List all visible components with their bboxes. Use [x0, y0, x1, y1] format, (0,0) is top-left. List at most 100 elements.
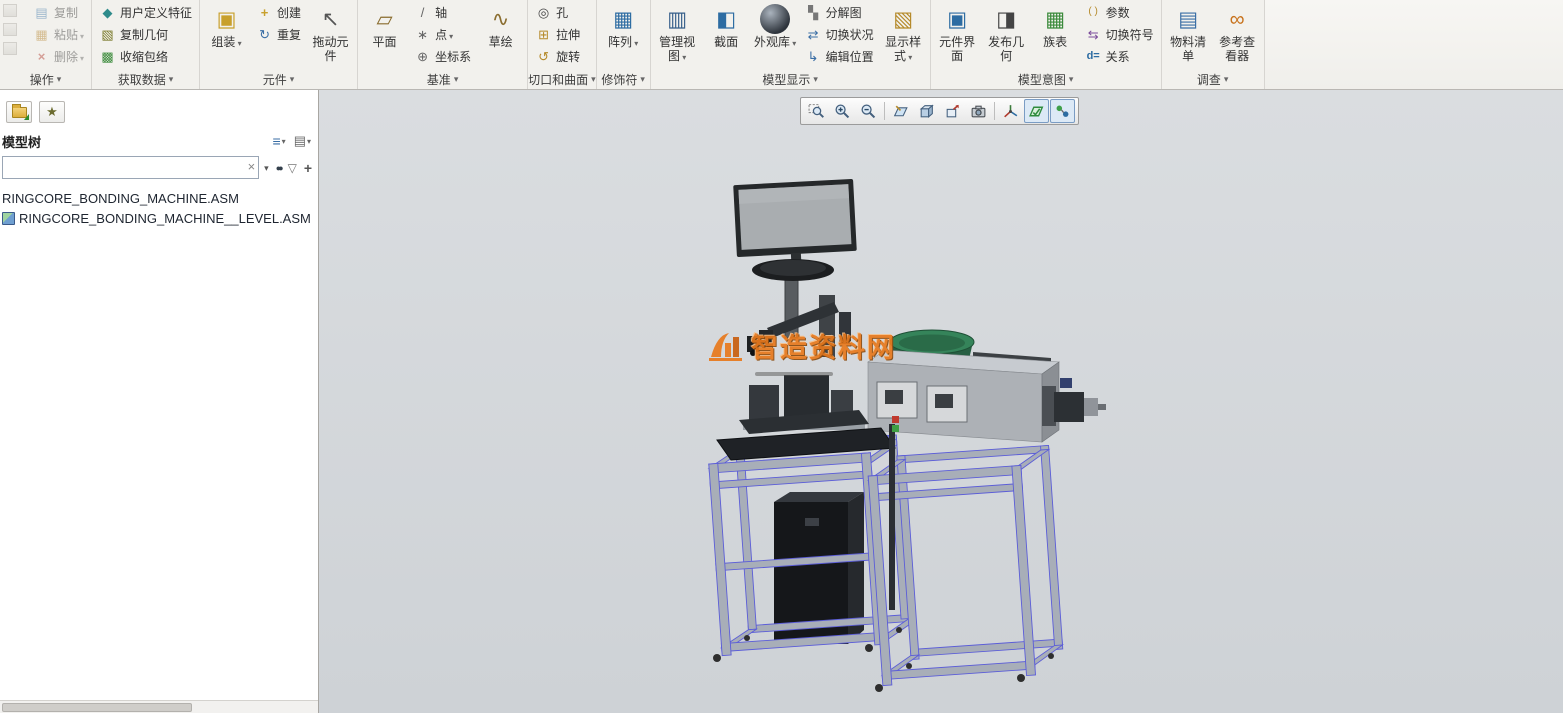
model-tree-hscrollbar[interactable] — [0, 700, 318, 713]
appearance-gallery-button[interactable]: 外观库 — [752, 1, 799, 67]
display-style-button[interactable]: 显示样式 — [880, 1, 927, 67]
switch-symbols-icon — [1085, 26, 1102, 43]
relations-button[interactable]: d= 关系 — [1081, 45, 1158, 67]
component-interface-button[interactable]: 元件界面 — [934, 1, 981, 67]
extrude-button[interactable]: 拉伸 — [531, 23, 584, 45]
assembly-icon — [2, 212, 15, 225]
chevron-down-icon — [264, 162, 269, 174]
switch-state-button[interactable]: 切换状况 — [801, 23, 878, 45]
edit-position-icon — [805, 48, 822, 65]
section-button[interactable]: 截面 — [703, 1, 750, 67]
datum-csys-icon — [414, 48, 431, 65]
drag-component-button[interactable]: 拖动元件 — [307, 1, 354, 67]
copy-button[interactable]: 复制 — [29, 1, 88, 23]
tree-filters-button[interactable] — [270, 132, 289, 150]
delete-button[interactable]: 删除 — [29, 45, 88, 67]
tree-item-sub-assembly[interactable]: RINGCORE_BONDING_MACHINE__LEVEL.ASM — [0, 208, 318, 228]
ribbon: 复制 粘贴 删除 操作 — [0, 0, 1563, 90]
ribbon-group-model-intent: 元件界面 发布几何 族表 参数 切换符号 — [931, 0, 1162, 89]
shrinkwrap-button[interactable]: 收缩包络 — [95, 45, 196, 67]
family-table-icon — [1040, 4, 1070, 34]
sketch-button[interactable]: 草绘 — [477, 1, 524, 67]
datum-csys-button[interactable]: 坐标系 — [410, 45, 475, 67]
manage-views-button[interactable]: 管理视图 — [654, 1, 701, 67]
appearance-sphere-icon — [760, 4, 790, 34]
create-icon — [256, 4, 273, 21]
datum-plane-icon — [370, 4, 400, 34]
clipped-ribbon-buttons — [3, 1, 27, 55]
group-label-investigate[interactable]: 调查 — [1162, 70, 1264, 89]
reference-viewer-button[interactable]: 参考查看器 — [1214, 1, 1261, 67]
bom-button[interactable]: 物料清单 — [1165, 1, 1212, 67]
section-icon — [711, 4, 741, 34]
filter-button[interactable] — [286, 161, 299, 175]
ribbon-group-get-data: 用户定义特征 复制几何 收缩包络 获取数据 — [92, 0, 200, 89]
group-label-model-display[interactable]: 模型显示 — [651, 70, 930, 89]
ribbon-empty-area — [1265, 0, 1563, 89]
exploded-view-button[interactable]: 分解图 — [801, 1, 878, 23]
assemble-button[interactable]: 组装 — [203, 1, 250, 67]
udf-button[interactable]: 用户定义特征 — [95, 1, 196, 23]
publish-geometry-icon — [991, 4, 1021, 34]
expand-add-button[interactable] — [302, 160, 314, 176]
family-table-button[interactable]: 族表 — [1032, 1, 1079, 67]
paste-button[interactable]: 粘贴 — [29, 23, 88, 45]
datum-plane-button[interactable]: 平面 — [361, 1, 408, 67]
hscrollbar-thumb[interactable] — [2, 703, 192, 712]
switch-symbols-button[interactable]: 切换符号 — [1081, 23, 1158, 45]
publish-geometry-button[interactable]: 发布几何 — [983, 1, 1030, 67]
sketch-icon — [486, 4, 516, 34]
tree-settings-button[interactable] — [291, 132, 314, 150]
repeat-icon — [256, 26, 273, 43]
parameters-icon — [1085, 4, 1102, 21]
copy-geometry-button[interactable]: 复制几何 — [95, 23, 196, 45]
find-button[interactable] — [274, 162, 283, 174]
search-options-dropdown[interactable] — [262, 162, 271, 174]
datum-point-button[interactable]: 点 — [410, 23, 475, 45]
group-label-model-intent[interactable]: 模型意图 — [931, 70, 1161, 89]
ribbon-group-model-display: 管理视图 截面 外观库 分解图 切换状况 — [651, 0, 931, 89]
relations-icon: d= — [1085, 48, 1102, 65]
repeat-button[interactable]: 重复 — [252, 23, 305, 45]
datum-axis-icon — [414, 4, 431, 21]
udf-icon — [99, 4, 116, 21]
group-label-component[interactable]: 元件 — [200, 70, 357, 89]
ribbon-group-operations: 复制 粘贴 删除 操作 — [0, 0, 92, 89]
graphics-viewport[interactable]: 智造资料网 — [319, 90, 1563, 713]
group-label-datum[interactable]: 基准 — [358, 70, 527, 89]
parameters-button[interactable]: 参数 — [1081, 1, 1158, 23]
tree-item-root[interactable]: RINGCORE_BONDING_MACHINE.ASM — [0, 188, 318, 208]
revolve-button[interactable]: 旋转 — [531, 45, 584, 67]
edit-position-button[interactable]: 编辑位置 — [801, 45, 878, 67]
clear-search-icon[interactable] — [248, 159, 256, 174]
group-label-get-data[interactable]: 获取数据 — [92, 70, 199, 89]
display-style-icon — [888, 4, 918, 34]
copy-icon — [33, 4, 50, 21]
copy-geometry-icon — [99, 26, 116, 43]
group-label-modifiers[interactable]: 修饰符 — [597, 70, 650, 89]
create-component-button[interactable]: 创建 — [252, 1, 305, 23]
group-label-cut-surface[interactable]: 切口和曲面 — [528, 70, 596, 89]
pattern-button[interactable]: 阵列 — [600, 1, 647, 67]
extrude-icon — [535, 26, 552, 43]
ribbon-group-datum: 平面 轴 点 坐标系 — [358, 0, 528, 89]
tree-search-input[interactable] — [2, 156, 259, 179]
creo-window: 复制 粘贴 删除 操作 — [0, 0, 1563, 713]
component-interface-icon — [942, 4, 972, 34]
model-tree: RINGCORE_BONDING_MACHINE.ASM RINGCORE_BO… — [0, 184, 318, 700]
manage-views-icon — [662, 4, 692, 34]
revolve-icon — [535, 48, 552, 65]
hole-button[interactable]: 孔 — [531, 1, 584, 23]
assemble-icon — [212, 4, 242, 34]
folder-history-button[interactable] — [6, 101, 32, 123]
datum-axis-button[interactable]: 轴 — [410, 1, 475, 23]
favorites-button[interactable] — [39, 101, 65, 123]
hole-icon — [535, 4, 552, 21]
ribbon-group-investigate: 物料清单 参考查看器 调查 — [1162, 0, 1265, 89]
drag-component-icon — [316, 4, 346, 34]
binoculars-icon — [276, 162, 281, 174]
machine-3d-model[interactable] — [319, 90, 1563, 713]
exploded-view-icon — [805, 4, 822, 21]
group-label-operations[interactable]: 操作 — [0, 70, 91, 89]
tree-filters-icon — [273, 133, 281, 149]
